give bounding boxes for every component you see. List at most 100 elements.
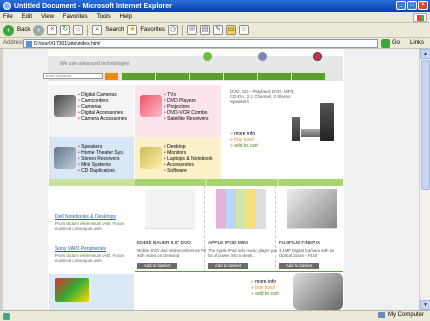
scroll-up-icon[interactable]: ▲ bbox=[420, 49, 430, 59]
speaker-satellite-shape bbox=[292, 117, 300, 141]
site-search-input[interactable]: enter keyword bbox=[43, 73, 103, 79]
add-to-basket-button[interactable]: Add to basket bbox=[279, 263, 319, 269]
history-icon[interactable]: ◷ bbox=[168, 25, 179, 35]
nav-tab[interactable] bbox=[122, 73, 155, 80]
speaker-thumbnail[interactable] bbox=[54, 147, 76, 169]
category-computers: Desktop Monitors Laptops & Notebook Acce… bbox=[135, 137, 221, 179]
nav-tab[interactable] bbox=[190, 73, 223, 80]
vertical-scrollbar[interactable]: ▲ ▼ bbox=[419, 49, 430, 310]
add-to-basket-button[interactable]: Add to basket bbox=[137, 263, 177, 269]
ie-logo-icon bbox=[3, 2, 11, 10]
cart-icon[interactable] bbox=[258, 52, 267, 61]
section-divider-segment bbox=[135, 179, 205, 186]
add-to-cart-link[interactable]: add to cart bbox=[230, 143, 258, 149]
category-link[interactable]: Satellite Receivers bbox=[164, 116, 208, 122]
favorites-icon[interactable]: ★ bbox=[127, 25, 138, 35]
scroll-thumb[interactable] bbox=[421, 60, 430, 190]
nav-tab[interactable] bbox=[292, 73, 325, 80]
messenger-icon[interactable]: ☺ bbox=[239, 25, 250, 35]
title-bar: Untitled Document - Microsoft Internet E… bbox=[0, 0, 430, 12]
camera-thumbnail[interactable] bbox=[54, 95, 76, 117]
favorites-button-label[interactable]: Favorites bbox=[140, 27, 165, 33]
refresh-icon[interactable]: ↻ bbox=[60, 25, 71, 35]
minimize-button[interactable]: _ bbox=[396, 1, 406, 10]
back-button-label[interactable]: Back bbox=[17, 27, 30, 33]
stop-icon[interactable]: × bbox=[47, 25, 58, 35]
window-controls: _ □ × bbox=[396, 1, 428, 10]
digital-camera-image[interactable] bbox=[287, 189, 337, 229]
camera-image[interactable] bbox=[293, 273, 343, 310]
category-link[interactable]: CD Duplicators bbox=[78, 168, 124, 174]
search-icon[interactable]: ⌕ bbox=[92, 25, 103, 35]
address-input[interactable]: D:\tour\#17301\site\index.html bbox=[23, 38, 378, 48]
menu-bar: File Edit View Favorites Tools Help bbox=[0, 12, 430, 23]
menu-tools[interactable]: Tools bbox=[97, 14, 111, 20]
go-arrow-icon[interactable] bbox=[381, 38, 390, 48]
folder-icon[interactable]: ▭ bbox=[226, 25, 237, 35]
sony-link[interactable]: Sony VAIO Peripherals bbox=[55, 246, 106, 252]
uk-flag-icon[interactable] bbox=[313, 52, 322, 61]
bottom-feature-divider bbox=[135, 271, 343, 272]
home-icon[interactable]: ⌂ bbox=[73, 25, 84, 35]
category-link[interactable]: Software bbox=[164, 168, 212, 174]
product-name[interactable]: EDDIE BAUER 5.6" DVD bbox=[137, 241, 217, 246]
menu-view[interactable]: View bbox=[41, 14, 54, 20]
menu-file[interactable]: File bbox=[3, 14, 13, 20]
sony-description: Proin dictum elementum velit. Fusce euis… bbox=[55, 253, 125, 263]
zone-label: My Computer bbox=[387, 312, 424, 318]
home-theater-image[interactable] bbox=[292, 103, 340, 143]
category-link[interactable]: Camera Accessories bbox=[78, 116, 127, 122]
ipod-image[interactable] bbox=[216, 189, 266, 229]
page-gutter-left bbox=[3, 49, 48, 310]
address-bar: Address D:\tour\#17301\site\index.html G… bbox=[0, 38, 430, 49]
section-divider-segment bbox=[279, 179, 343, 186]
search-button-label[interactable]: Search bbox=[105, 27, 124, 33]
nav-tab[interactable] bbox=[258, 73, 291, 80]
category-video: TVs DVD Players Projectors DVD-VCR Combo… bbox=[135, 85, 221, 137]
window-title: Untitled Document - Microsoft Internet E… bbox=[14, 2, 172, 10]
product-name[interactable]: FUJIFILM FINEPIX bbox=[279, 241, 359, 246]
dvd-unit-shape bbox=[301, 129, 320, 137]
menu-help[interactable]: Help bbox=[120, 14, 132, 20]
forward-icon[interactable]: › bbox=[33, 24, 45, 36]
page-viewport: We use advanced technologies enter keywo… bbox=[3, 49, 419, 310]
promo-banner[interactable] bbox=[49, 274, 134, 310]
nav-tab[interactable] bbox=[224, 73, 257, 80]
speaker-tower-shape bbox=[320, 103, 334, 141]
dell-description: Proin dictum elementum velit. Fusce euis… bbox=[55, 221, 125, 231]
site-tagline: We use advanced technologies bbox=[60, 61, 130, 67]
laptop-thumbnail[interactable] bbox=[140, 147, 162, 169]
category-audio: Speakers Home Theater Sys. Stereo Receiv… bbox=[49, 137, 134, 179]
menu-edit[interactable]: Edit bbox=[22, 14, 32, 20]
tv-thumbnail[interactable] bbox=[140, 95, 162, 117]
maximize-button[interactable]: □ bbox=[407, 1, 417, 10]
header-icons bbox=[203, 52, 322, 61]
go-button[interactable]: Go bbox=[392, 40, 400, 46]
promo-sidebar: Dell Notebooks & Desktops Proin dictum e… bbox=[49, 186, 134, 310]
page-gutter-right bbox=[344, 49, 419, 310]
nav-tab[interactable] bbox=[156, 73, 189, 80]
back-icon[interactable]: ‹ bbox=[3, 24, 14, 36]
section-divider bbox=[49, 179, 343, 186]
address-label: Address bbox=[3, 40, 26, 46]
featured-product: DVD, CD - Playback DVD, MP3, CD-DA, 2.1 … bbox=[222, 85, 343, 179]
product-name[interactable]: APPLE IPOD MINI bbox=[208, 241, 288, 246]
menu-favorites[interactable]: Favorites bbox=[63, 14, 88, 20]
edit-icon[interactable]: ✎ bbox=[213, 25, 224, 35]
add-to-basket-button[interactable]: Add to basket bbox=[208, 263, 248, 269]
mail-icon[interactable]: ✉ bbox=[187, 25, 198, 35]
checkmark-icon[interactable] bbox=[203, 52, 212, 61]
add-to-cart-link[interactable]: add to cart bbox=[251, 291, 279, 297]
links-button[interactable]: Links bbox=[410, 40, 424, 46]
scroll-down-icon[interactable]: ▼ bbox=[420, 300, 430, 310]
dell-link[interactable]: Dell Notebooks & Desktops bbox=[55, 214, 116, 220]
site-nav-tabs bbox=[122, 73, 325, 80]
dvd-player-image[interactable] bbox=[145, 189, 195, 229]
toolbar-separator bbox=[87, 24, 89, 36]
site-search-button[interactable] bbox=[105, 73, 118, 80]
memory-cards-image bbox=[55, 278, 89, 302]
close-button[interactable]: × bbox=[418, 1, 428, 10]
featured-product-description: DVD, CD - Playback DVD, MP3, CD-DA, 2.1 … bbox=[230, 89, 295, 104]
bottom-feature-links: more info buy now! add to cart bbox=[251, 279, 279, 297]
print-icon[interactable]: ▤ bbox=[200, 25, 211, 35]
